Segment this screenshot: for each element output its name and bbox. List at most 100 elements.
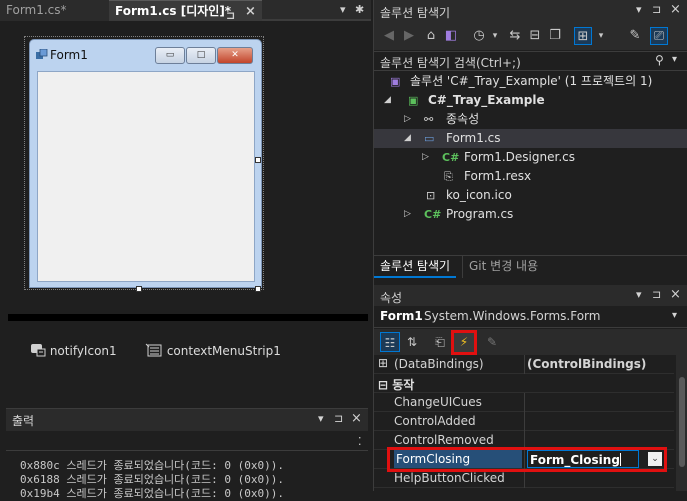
property-row-changeuicues[interactable]: ChangeUICues [374,393,674,412]
property-category-behavior[interactable]: ⊟ 동작 [374,374,674,393]
solution-explorer-toolbar: ◀ ▶ ⌂ ◧ ◷ ▾ ⇆ ⊟ ❐ ⊞ ▾ ✎ ⎚ [374,22,687,50]
collapse-all-icon[interactable]: ⊟ [526,27,544,45]
tray-item-contextmenustrip[interactable]: contextMenuStrip1 [145,343,281,358]
right-panes: 솔루션 탐색기 ▾ ⊐ × ◀ ▶ ⌂ ◧ ◷ ▾ ⇆ ⊟ ❐ ⊞ ▾ ✎ ⎚ … [373,0,687,491]
close-icon[interactable]: × [670,287,681,302]
solution-icon: ▣ [390,75,401,88]
class-view-icon[interactable]: ⎚ [650,27,668,45]
tree-node-form1-designer[interactable]: ▷ C# Form1.Designer.cs [374,148,687,167]
solution-tree: ▣ 솔루션 'C#_Tray_Example' (1 프로젝트의 1) ◢ ▣ … [374,72,687,256]
property-row-databindings[interactable]: ⊞ (DataBindings) (ControlBindings) [374,355,674,374]
tab-form1-cs[interactable]: Form1.cs* [0,0,109,21]
maximize-icon[interactable]: □ [186,47,216,64]
properties-header: 속성 ▾ ⊐ × [374,285,687,307]
property-row-controladded[interactable]: ControlAdded [374,412,674,431]
tree-node-dependencies[interactable]: ▷ ⚯ 종속성 [374,110,687,129]
settings-icon[interactable]: ✱ [355,3,364,16]
resize-handle-corner[interactable] [255,286,261,292]
output-line: 0x19b4 스레드가 종료되었습니다(코드: 0 (0x0)). [20,487,285,500]
switch-view-icon[interactable]: ◧ [442,27,460,45]
home-icon[interactable]: ⌂ [422,27,440,45]
context-menu-icon [145,343,162,357]
chevron-down-icon[interactable]: ▾ [672,310,677,321]
collapse-icon[interactable]: ⊟ [378,378,388,392]
more-icon[interactable]: ⁚ [358,435,362,448]
tab-git-changes[interactable]: Git 변경 내용 [462,256,544,278]
preview-selected-icon[interactable]: ⊞ [574,27,592,45]
tab-form1-designer[interactable]: Form1.cs [디자인]* ⊐ × [109,0,262,22]
pin-icon[interactable]: ⊐ [226,5,235,26]
alphabetical-icon[interactable]: ⇅ [402,332,422,352]
categorized-icon[interactable]: ☷ [380,332,400,352]
tree-node-label: C#_Tray_Example [428,93,545,107]
column-divider [524,412,525,431]
expander-collapsed-icon[interactable]: ▷ [404,205,411,224]
properties-wrench-icon[interactable]: ✎ [626,27,644,45]
scrollbar-thumb[interactable] [679,377,685,467]
pin-icon[interactable]: ⊐ [334,412,343,425]
resize-handle-right[interactable] [255,157,261,163]
tab-label: 솔루션 탐색기 [380,259,451,273]
close-icon[interactable]: ✕ [217,47,253,64]
tree-node-solution[interactable]: ▣ 솔루션 'C#_Tray_Example' (1 프로젝트의 1) [374,72,687,91]
expander-collapsed-icon[interactable]: ▷ [404,110,411,129]
tree-node-label: ko_icon.ico [446,188,512,202]
tab-label: Form1.cs* [6,3,67,17]
property-name: ControlAdded [394,414,476,428]
property-name: ChangeUICues [394,395,482,409]
forward-icon[interactable]: ▶ [400,27,418,45]
editor-tab-bar: Form1.cs* Form1.cs [디자인]* ⊐ × ▾ ✱ [0,0,371,22]
category-name: 동작 [392,378,415,392]
close-icon[interactable]: × [351,411,362,426]
tree-node-project[interactable]: ◢ ▣ C#_Tray_Example [374,91,687,110]
pane-title: 속성 [380,291,403,305]
document-area: Form1.cs* Form1.cs [디자인]* ⊐ × ▾ ✱ Form1 … [0,0,371,500]
tree-node-form1[interactable]: ◢ ▭ Form1.cs [374,129,687,148]
preview-dropdown-icon[interactable]: ▾ [592,27,610,45]
object-selector[interactable]: Form1 System.Windows.Forms.Form ▾ [374,306,687,328]
dropdown-icon[interactable]: ▾ [636,288,642,301]
solution-explorer-header: 솔루션 탐색기 ▾ ⊐ × [374,0,687,22]
properties-pane: 속성 ▾ ⊐ × Form1 System.Windows.Forms.Form… [374,285,687,491]
form-client-area[interactable] [37,71,255,282]
expand-icon[interactable]: ⊞ [378,356,388,370]
output-pane: 출력 ▾ ⊐ × ⁚ 0x880c 스레드가 종료되었습니다(코드: 0 (0x… [6,408,368,500]
back-icon[interactable]: ◀ [380,27,398,45]
dropdown-icon[interactable]: ▾ [636,3,642,16]
form-designer-surface[interactable]: Form1 ▭ □ ✕ [6,24,368,314]
history-dropdown-icon[interactable]: ▾ [486,27,504,45]
search-options-icon[interactable]: ▾ [672,54,677,65]
column-divider [524,393,525,412]
property-pages-icon[interactable]: ✎ [482,332,502,352]
search-icon[interactable]: ⚲ [655,53,664,67]
notify-icon [31,344,46,357]
tree-node-form1-resx[interactable]: ⎘ Form1.resx [374,167,687,186]
expander-expanded-icon[interactable]: ◢ [404,129,411,148]
pin-icon[interactable]: ⊐ [652,3,661,16]
tree-node-label: Form1.Designer.cs [464,150,575,164]
component-tray: notifyIcon1 contextMenuStrip1 [8,321,368,401]
expander-collapsed-icon[interactable]: ▷ [422,148,429,167]
search-placeholder: 솔루션 탐색기 검색(Ctrl+;) [380,56,521,70]
close-icon[interactable]: × [245,1,256,22]
properties-scrollbar[interactable] [676,355,687,491]
expander-expanded-icon[interactable]: ◢ [384,91,391,110]
dropdown-icon[interactable]: ▾ [318,412,324,425]
tab-solution-explorer[interactable]: 솔루션 탐색기 [374,256,457,278]
tree-node-label: Program.cs [446,207,514,221]
ico-file-icon: ⊡ [426,189,436,202]
close-icon[interactable]: × [670,2,681,17]
dependencies-icon: ⚯ [424,113,434,126]
resize-handle-bottom[interactable] [136,286,142,292]
solution-search-box[interactable]: 솔루션 탐색기 검색(Ctrl+;) ⚲ ▾ [374,51,687,71]
properties-view-icon[interactable]: ⎗ [430,332,450,352]
tray-item-notifyicon[interactable]: notifyIcon1 [30,343,117,358]
tree-node-ko-icon[interactable]: ⊡ ko_icon.ico [374,186,687,205]
minimize-icon[interactable]: ▭ [155,47,185,64]
tree-node-program[interactable]: ▷ C# Program.cs [374,205,687,224]
pin-icon[interactable]: ⊐ [652,288,661,301]
sync-icon[interactable]: ⇆ [506,27,524,45]
form-window[interactable]: Form1 ▭ □ ✕ [29,39,262,288]
tab-overflow-icon[interactable]: ▾ [340,3,346,16]
show-all-files-icon[interactable]: ❐ [546,27,564,45]
